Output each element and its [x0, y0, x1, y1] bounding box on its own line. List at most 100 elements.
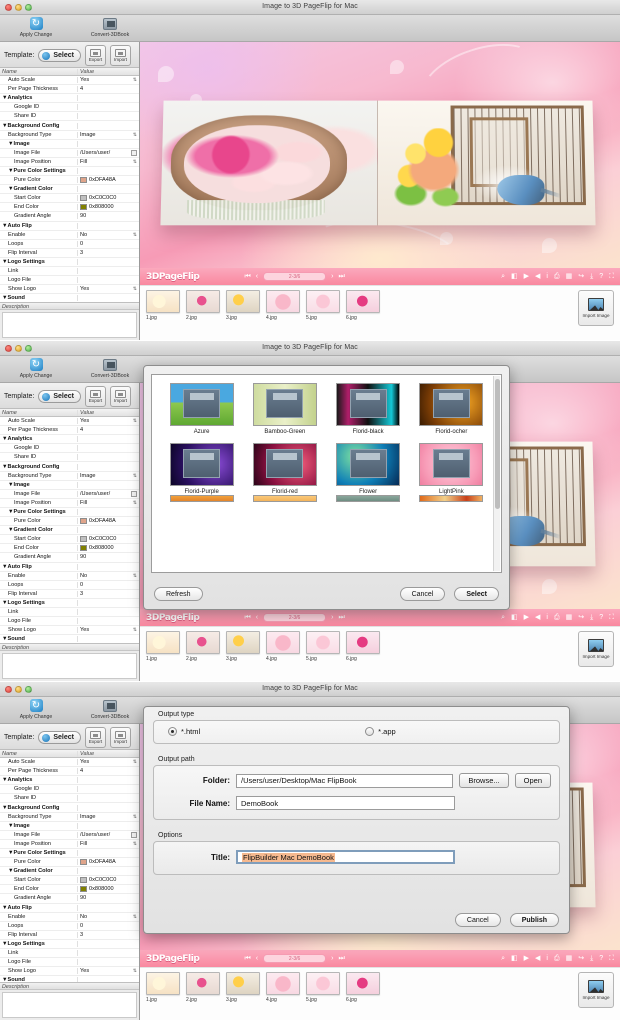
property-row[interactable]: Logo File [0, 276, 139, 286]
property-value[interactable]: Yes ⇅ [78, 286, 139, 292]
thumbnails-button[interactable]: ◧ [511, 273, 518, 280]
select-button[interactable]: Select [454, 587, 499, 601]
property-value[interactable]: 90 [78, 213, 139, 219]
property-row[interactable]: ▼Image [0, 140, 139, 149]
download-button[interactable]: ⤓ [590, 273, 593, 280]
property-row[interactable]: ▼Pure Color Settings [0, 167, 139, 177]
import-button[interactable]: Import [109, 45, 131, 66]
title-input[interactable]: FlipBuilder Mac DemoBook [236, 850, 455, 864]
property-row[interactable]: ▼Auto Flip [0, 222, 139, 231]
stepper-icon[interactable]: ⇅ [133, 286, 137, 292]
browse-button[interactable]: Browse... [459, 773, 509, 788]
previous-page-button[interactable]: ‹ [256, 273, 258, 280]
property-row[interactable]: Image File/Users/user/ [0, 149, 139, 158]
template-thumbnail-partial[interactable] [336, 495, 401, 502]
template-item[interactable]: Florid-ocher [410, 383, 493, 435]
template-item[interactable]: Azure [160, 383, 243, 435]
property-row[interactable]: Pure Color 0xDFA48A [0, 176, 139, 186]
property-row[interactable]: Loops 0 [0, 240, 139, 249]
file-name-input[interactable]: DemoBook [236, 796, 455, 810]
radio-app[interactable]: *.app [365, 727, 396, 736]
template-item[interactable]: LightPink [410, 443, 493, 495]
auto-flip-button[interactable]: ▶ [524, 273, 529, 280]
property-value[interactable]: 0x808000 [78, 204, 139, 211]
zoom-button[interactable]: ⌕ [501, 273, 505, 280]
next-page-button[interactable]: › [331, 273, 333, 280]
page-thumbnail[interactable]: 3.jpg [226, 290, 260, 321]
print-button[interactable]: ⎙ [554, 273, 560, 280]
template-thumbnail-partial[interactable] [252, 495, 317, 502]
template-item[interactable]: Florid-black [327, 383, 410, 435]
radio-html[interactable]: *.html [168, 727, 200, 736]
first-page-button[interactable]: ⏮ [244, 273, 250, 280]
scrollbar-thumb[interactable] [495, 379, 500, 509]
file-browse-icon[interactable] [131, 149, 137, 156]
property-row[interactable]: Flip Interval 3 [0, 249, 139, 258]
flip-back-button[interactable]: ◀ [535, 273, 540, 280]
color-swatch[interactable] [80, 177, 87, 184]
property-row[interactable]: Enable No ⇅ [0, 231, 139, 240]
refresh-button[interactable]: Refresh [154, 587, 203, 601]
help-button[interactable]: ? [599, 273, 603, 280]
property-row[interactable]: Auto Scale Yes ⇅ [0, 76, 139, 86]
property-value[interactable]: Yes ⇅ [78, 77, 139, 83]
property-row[interactable]: ▼Analytics [0, 94, 139, 104]
property-row[interactable]: Show Logo Yes ⇅ [0, 285, 139, 295]
property-value[interactable]: /Users/user/ [78, 149, 139, 156]
last-page-button[interactable]: ⏭ [338, 273, 344, 280]
property-table[interactable]: Name Value Auto Scale Yes ⇅ Per Page Thickn… [0, 67, 139, 302]
color-swatch[interactable] [80, 204, 87, 211]
template-thumbnail-partial[interactable] [419, 495, 484, 502]
stepper-icon[interactable]: ⇅ [133, 77, 137, 83]
share-button[interactable]: ↪ [578, 273, 584, 280]
open-button[interactable]: Open [514, 773, 551, 788]
property-value[interactable]: 3 [78, 250, 139, 256]
property-row[interactable]: Image Position Fill ⇅ [0, 158, 139, 167]
page-thumbnail[interactable]: 1.jpg [146, 290, 180, 321]
property-row[interactable]: ▼Logo Settings [0, 258, 139, 267]
page-thumbnail[interactable]: 2.jpg [186, 290, 220, 321]
import-image-button[interactable]: Import Image [578, 290, 614, 326]
fullscreen-button[interactable]: ⛶ [609, 273, 614, 280]
convert-3dbook-button[interactable]: Convert-3DBook [84, 16, 136, 38]
about-button[interactable]: i [546, 273, 548, 280]
cancel-button[interactable]: Cancel [454, 913, 501, 927]
stepper-icon[interactable]: ⇅ [133, 232, 137, 238]
template-item[interactable]: Florid-red [243, 443, 326, 495]
property-value[interactable]: No ⇅ [78, 232, 139, 238]
export-button[interactable]: Export [84, 45, 106, 66]
property-row[interactable]: ▼Sound [0, 294, 139, 302]
property-value[interactable]: 0xDFA48A [78, 177, 139, 184]
table-of-contents-button[interactable]: ▦ [566, 273, 573, 280]
template-select-button[interactable]: Select [38, 49, 81, 62]
template-item[interactable]: Florid-Purple [160, 443, 243, 495]
property-row[interactable]: End Color 0x808000 [0, 203, 139, 213]
page-thumbnail[interactable]: 4.jpg [266, 290, 300, 321]
property-row[interactable]: Gradient Angle 90 [0, 212, 139, 222]
flipbook-preview[interactable] [160, 100, 596, 226]
folder-input[interactable]: /Users/user/Desktop/Mac FlipBook [236, 773, 454, 788]
page-thumbnail[interactable]: 5.jpg [306, 290, 340, 321]
property-value[interactable]: 4 [78, 86, 139, 92]
property-row[interactable]: Share ID [0, 112, 139, 122]
template-item[interactable]: Flower [327, 443, 410, 495]
template-scroll-area[interactable]: Azure Bamboo-Green Florid-black Florid-oche… [151, 374, 502, 573]
property-value[interactable]: 0xC0C0C0 [78, 195, 139, 202]
property-row[interactable]: Link [0, 267, 139, 277]
property-value[interactable]: Fill ⇅ [78, 159, 139, 165]
property-row[interactable]: ▼Gradient Color [0, 185, 139, 195]
publish-button[interactable]: Publish [509, 913, 559, 927]
color-swatch[interactable] [80, 195, 87, 202]
page-thumbnail[interactable]: 6.jpg [346, 290, 380, 321]
property-value[interactable]: Image ⇅ [78, 132, 139, 138]
template-thumbnail-partial[interactable] [169, 495, 234, 502]
apply-change-button[interactable]: Apply Change [10, 16, 62, 38]
property-row[interactable]: Google ID [0, 103, 139, 113]
property-row[interactable]: Per Page Thickness 4 [0, 85, 139, 95]
property-row[interactable]: ▼Background Config [0, 121, 139, 131]
template-item[interactable]: Bamboo-Green [243, 383, 326, 435]
vertical-scrollbar[interactable] [493, 376, 500, 571]
property-row[interactable]: Start Color 0xC0C0C0 [0, 194, 139, 204]
stepper-icon[interactable]: ⇅ [133, 132, 137, 138]
page-indicator[interactable]: 2-3/6 [263, 272, 327, 281]
